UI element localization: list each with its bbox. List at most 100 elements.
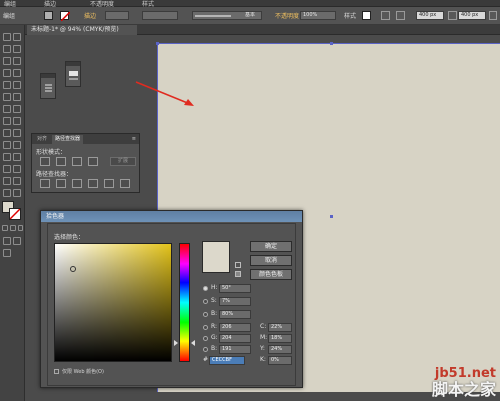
- align-icon[interactable]: [381, 11, 390, 20]
- width-tool-icon[interactable]: [3, 117, 11, 125]
- hand-tool-icon[interactable]: [3, 189, 11, 197]
- artboard-tool-icon[interactable]: [3, 177, 11, 185]
- blend-tool-icon[interactable]: [13, 153, 21, 161]
- zoom-tool-icon[interactable]: [13, 189, 21, 197]
- eyedropper-tool-icon[interactable]: [3, 153, 11, 161]
- gradient-mode-icon[interactable]: [10, 225, 16, 231]
- unite-icon[interactable]: [40, 157, 50, 166]
- pencil-tool-icon[interactable]: [13, 81, 21, 89]
- shape-builder-tool-icon[interactable]: [3, 129, 11, 137]
- blob-brush-tool-icon[interactable]: [3, 93, 11, 101]
- intersect-icon[interactable]: [72, 157, 82, 166]
- tab-pathfinder[interactable]: 路径查找器: [52, 135, 84, 144]
- brightness-radio[interactable]: [203, 312, 208, 317]
- out-of-gamut-icon[interactable]: [235, 262, 241, 268]
- height-field[interactable]: 400 px: [458, 11, 486, 20]
- column-graph-tool-icon[interactable]: [13, 165, 21, 173]
- yellow-field[interactable]: 24%: [268, 345, 292, 354]
- exclude-icon[interactable]: [88, 157, 98, 166]
- saturation-radio[interactable]: [203, 299, 208, 304]
- stroke-color-box[interactable]: [9, 208, 21, 220]
- color-swatches-button[interactable]: 颜色色板: [250, 269, 292, 280]
- brush-field[interactable]: 基本: [192, 11, 262, 20]
- color-field[interactable]: [54, 243, 172, 362]
- selection-handle[interactable]: [156, 42, 159, 45]
- stroke-weight-field[interactable]: [105, 11, 129, 20]
- scale-tool-icon[interactable]: [13, 105, 21, 113]
- hue-radio[interactable]: [203, 286, 208, 291]
- opacity-label[interactable]: 不透明度: [275, 11, 299, 20]
- minus-back-icon[interactable]: [120, 179, 130, 188]
- color-field-cursor[interactable]: [70, 266, 76, 272]
- variable-width-field[interactable]: [142, 11, 178, 20]
- perspective-grid-tool-icon[interactable]: [13, 129, 21, 137]
- slice-tool-icon[interactable]: [13, 177, 21, 185]
- hue-field[interactable]: 50°: [219, 284, 251, 293]
- selection-handle[interactable]: [330, 215, 333, 218]
- color-mode-icon[interactable]: [2, 225, 8, 231]
- trim-icon[interactable]: [56, 179, 66, 188]
- selection-tool-icon[interactable]: [3, 33, 11, 41]
- divide-icon[interactable]: [40, 179, 50, 188]
- cyan-field[interactable]: 22%: [268, 323, 292, 332]
- none-mode-icon[interactable]: [18, 225, 23, 231]
- type-tool-icon[interactable]: [13, 57, 21, 65]
- symbol-sprayer-tool-icon[interactable]: [3, 165, 11, 173]
- dialog-title[interactable]: 拾色器: [41, 211, 302, 222]
- draw-mode-icon[interactable]: [3, 237, 11, 245]
- hue-arrow-left-icon[interactable]: [174, 340, 178, 346]
- green-radio[interactable]: [203, 336, 208, 341]
- stroke-label[interactable]: 描边: [84, 11, 96, 20]
- expand-button[interactable]: 扩展: [110, 157, 136, 166]
- stroke-swatch[interactable]: [60, 11, 70, 21]
- saturation-field[interactable]: 7%: [219, 297, 251, 306]
- lasso-tool-icon[interactable]: [13, 45, 21, 53]
- collapsed-panel-2[interactable]: [65, 61, 81, 87]
- magenta-field[interactable]: 18%: [268, 334, 292, 343]
- brightness-field[interactable]: 80%: [219, 310, 251, 319]
- minus-front-icon[interactable]: [56, 157, 66, 166]
- eraser-tool-icon[interactable]: [13, 93, 21, 101]
- panel-menu-icon[interactable]: ≡: [132, 136, 136, 142]
- tab-align[interactable]: 对齐: [34, 135, 50, 144]
- screen-mode-toggle-icon[interactable]: [3, 249, 11, 257]
- green-field[interactable]: 204: [219, 334, 251, 343]
- hue-slider[interactable]: [179, 243, 190, 362]
- collapsed-panel-1[interactable]: [40, 73, 56, 99]
- paintbrush-tool-icon[interactable]: [3, 81, 11, 89]
- width-field[interactable]: 400 px: [416, 11, 444, 20]
- mesh-tool-icon[interactable]: [3, 141, 11, 149]
- gradient-tool-icon[interactable]: [13, 141, 21, 149]
- line-tool-icon[interactable]: [3, 69, 11, 77]
- graphic-style-swatch[interactable]: [362, 11, 371, 20]
- hue-arrow-right-icon[interactable]: [191, 340, 195, 346]
- fill-swatch[interactable]: [44, 11, 53, 20]
- ok-button[interactable]: 确定: [250, 241, 292, 252]
- blue-field[interactable]: 191: [219, 345, 251, 354]
- outline-icon[interactable]: [104, 179, 114, 188]
- cancel-button[interactable]: 取消: [250, 255, 292, 266]
- black-field[interactable]: 0%: [268, 356, 292, 365]
- selection-handle[interactable]: [330, 42, 333, 45]
- web-safe-icon[interactable]: [235, 271, 241, 277]
- screen-mode-icon[interactable]: [13, 237, 21, 245]
- pen-tool-icon[interactable]: [3, 57, 11, 65]
- current-color-swatch[interactable]: [202, 257, 230, 273]
- merge-icon[interactable]: [72, 179, 82, 188]
- red-field[interactable]: 206: [219, 323, 251, 332]
- magic-wand-tool-icon[interactable]: [3, 45, 11, 53]
- document-tab[interactable]: 未标题-1* @ 94% (CMYK/预览): [27, 25, 137, 35]
- opacity-field[interactable]: 100%: [300, 11, 336, 20]
- rotate-tool-icon[interactable]: [3, 105, 11, 113]
- rectangle-tool-icon[interactable]: [13, 69, 21, 77]
- blue-radio[interactable]: [203, 347, 208, 352]
- link-icon[interactable]: [448, 11, 457, 20]
- transform-icon[interactable]: [396, 11, 405, 20]
- red-radio[interactable]: [203, 325, 208, 330]
- crop-icon[interactable]: [88, 179, 98, 188]
- more-icon[interactable]: [489, 11, 497, 20]
- hex-field[interactable]: CECCBF: [209, 356, 245, 365]
- free-transform-tool-icon[interactable]: [13, 117, 21, 125]
- web-colors-only-checkbox[interactable]: [54, 369, 59, 374]
- direct-selection-tool-icon[interactable]: [13, 33, 21, 41]
